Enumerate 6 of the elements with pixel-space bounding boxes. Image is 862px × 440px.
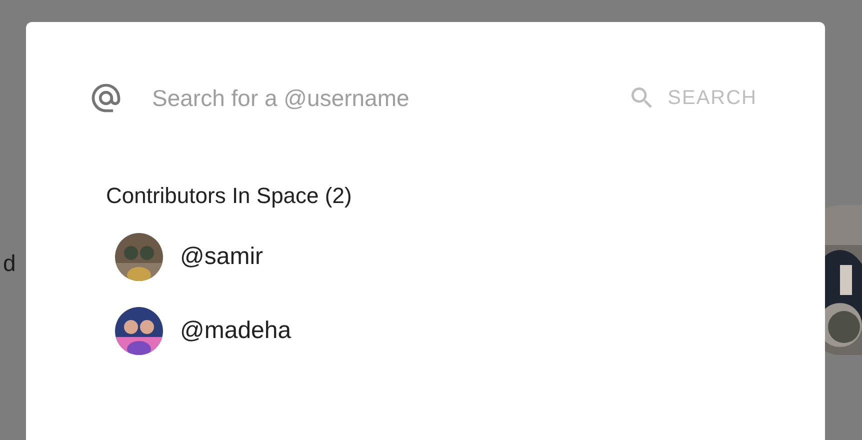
at-sign-icon <box>89 81 123 115</box>
section-title: Contributors In Space (2) <box>106 183 353 209</box>
page-text: d <box>3 250 16 277</box>
search-field[interactable]: Search for a @username <box>152 84 628 112</box>
username-link[interactable]: @samir <box>180 243 264 271</box>
username-link[interactable]: @madeha <box>180 317 292 345</box>
